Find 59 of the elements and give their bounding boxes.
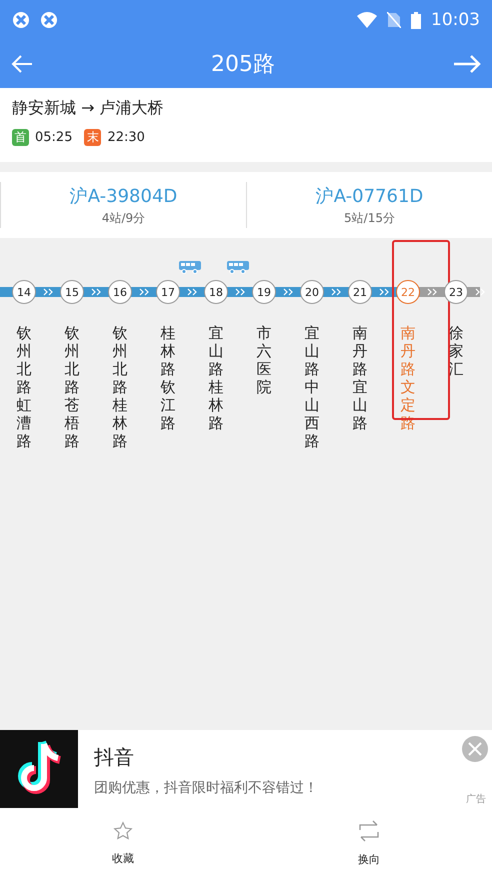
station-name[interactable]: 钦州北路虹漕路 <box>16 324 32 450</box>
ad-text: 团购优惠，抖音限时福利不容错过！ <box>94 779 318 797</box>
route-direction: 静安新城 → 卢浦大桥 <box>12 98 165 119</box>
app-icon <box>12 11 30 29</box>
last-bus-time: 22:30 <box>107 130 145 145</box>
station-number[interactable]: 21 <box>348 280 372 304</box>
station-number[interactable]: 15 <box>60 280 84 304</box>
station-name[interactable]: 宜山路中山西路 <box>304 324 320 450</box>
station-name[interactable]: 市六医院 <box>256 324 272 450</box>
ad-title: 抖音 <box>94 744 135 771</box>
station-name[interactable]: 钦州北路苍梧路 <box>64 324 80 450</box>
bottom-tab[interactable]: 收藏 <box>0 810 246 876</box>
close-icon <box>468 742 482 756</box>
route-title: 205路 <box>211 51 275 79</box>
station-number[interactable]: 17 <box>156 280 180 304</box>
station-name[interactable]: 徐家汇 <box>448 324 464 450</box>
chevron-icon <box>139 288 151 296</box>
first-bus-tag: 首 <box>12 129 29 146</box>
close-button[interactable] <box>462 736 488 762</box>
no-sim-icon <box>387 12 401 28</box>
station-number[interactable]: 23 <box>444 280 468 304</box>
bus-plate: 沪A-07761D <box>316 184 424 208</box>
station-number[interactable]: 16 <box>108 280 132 304</box>
wifi-icon <box>357 12 377 28</box>
bottom-tab[interactable]: 换向 <box>246 810 492 876</box>
station-name[interactable]: 桂林路钦江路 <box>160 324 176 450</box>
station-name[interactable]: 钦州北路桂林路 <box>112 324 128 450</box>
ad-label: 广告 <box>466 792 486 806</box>
station-number[interactable]: 19 <box>252 280 276 304</box>
app-icon <box>40 11 58 29</box>
first-bus-time: 05:25 <box>35 130 72 145</box>
bus-card[interactable]: 沪A-39804D 4站/9分 <box>0 182 246 228</box>
chevron-icon <box>475 288 487 296</box>
chevron-icon <box>427 288 439 296</box>
status-time: 10:03 <box>431 10 480 30</box>
bus-icon <box>226 260 250 274</box>
last-bus-tag: 末 <box>84 129 102 146</box>
chevron-icon <box>43 288 55 296</box>
bus-eta: 4站/9分 <box>102 210 146 226</box>
back-button[interactable] <box>10 54 34 74</box>
battery-icon <box>411 12 421 28</box>
chevron-icon <box>283 288 295 296</box>
bus-card[interactable]: 沪A-07761D 5站/15分 <box>246 182 492 228</box>
bus-plate: 沪A-39804D <box>70 184 178 208</box>
star-icon <box>113 820 133 840</box>
chevron-icon <box>331 288 343 296</box>
bus-eta: 5站/15分 <box>344 210 395 226</box>
chevron-icon <box>187 288 199 296</box>
forward-arrow-button[interactable] <box>452 54 482 74</box>
station-name[interactable]: 宜山路桂林路 <box>208 324 224 450</box>
station-number[interactable]: 14 <box>12 280 36 304</box>
station-number[interactable]: 18 <box>204 280 228 304</box>
station-number[interactable]: 20 <box>300 280 324 304</box>
chevron-icon <box>235 288 247 296</box>
bus-icon <box>178 260 202 274</box>
swap-icon <box>357 820 381 842</box>
chevron-icon <box>379 288 391 296</box>
chevron-icon <box>91 288 103 296</box>
station-name[interactable]: 南丹路宜山路 <box>352 324 368 450</box>
